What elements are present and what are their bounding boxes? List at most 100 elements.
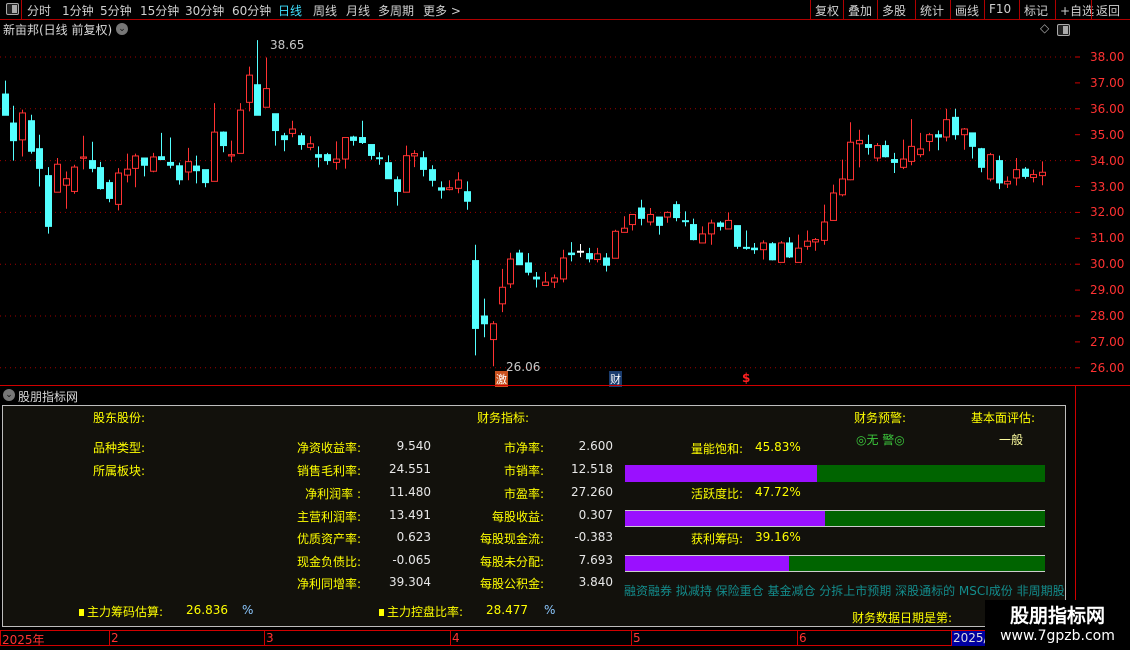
warning-value: ◎无 警◎ xyxy=(856,433,905,447)
candle-body xyxy=(786,242,793,258)
candle xyxy=(289,120,296,138)
candle-body xyxy=(307,143,314,148)
candle-body xyxy=(254,84,261,116)
period-tab-5[interactable]: 60分钟 xyxy=(232,2,271,19)
candle xyxy=(228,140,235,163)
metric-value: 13.491 xyxy=(389,508,431,522)
candle-body xyxy=(804,240,811,247)
candle xyxy=(176,162,183,185)
action-button-6[interactable]: 标记 xyxy=(1019,0,1052,20)
candle-body xyxy=(263,88,270,108)
candle xyxy=(80,135,87,170)
candle xyxy=(568,242,575,262)
candle-body xyxy=(420,157,427,170)
candle-body xyxy=(507,258,514,285)
candle-body xyxy=(472,260,479,329)
period-tab-6[interactable]: 日线 xyxy=(278,2,302,19)
period-tab-4[interactable]: 30分钟 xyxy=(185,2,224,19)
period-tab-1[interactable]: 1分钟 xyxy=(62,2,94,19)
candle-body xyxy=(333,158,340,163)
candle-body xyxy=(385,162,392,180)
candle-body xyxy=(350,136,357,141)
candle xyxy=(237,103,244,154)
period-tab-10[interactable]: 更多 > xyxy=(423,2,461,19)
divider xyxy=(21,0,22,20)
candle xyxy=(1039,161,1046,186)
y-tick-label: 34.00 xyxy=(1090,153,1125,168)
bar-value: 39.16% xyxy=(755,530,801,544)
candle xyxy=(324,152,331,165)
action-button-8[interactable]: 返回 xyxy=(1091,0,1124,20)
action-button-4[interactable]: 画线 xyxy=(950,0,983,20)
candle-body xyxy=(71,166,78,192)
candle-body xyxy=(577,250,584,253)
candle xyxy=(158,132,165,161)
y-tick-label: 26.00 xyxy=(1090,360,1125,375)
candle-body xyxy=(45,175,52,227)
candle xyxy=(935,130,942,151)
metric-value: 7.693 xyxy=(578,553,613,567)
candle xyxy=(1004,176,1011,189)
candle-body xyxy=(89,160,96,169)
candle xyxy=(281,132,288,152)
candle xyxy=(952,108,959,140)
candle-body xyxy=(978,148,985,168)
candle-body xyxy=(847,141,854,181)
layout-toggle-icon[interactable] xyxy=(6,3,19,15)
action-button-3[interactable]: 统计 xyxy=(915,0,948,20)
period-tab-2[interactable]: 5分钟 xyxy=(100,2,132,19)
candle-body xyxy=(987,154,994,180)
candle-body xyxy=(682,220,689,223)
period-tab-0[interactable]: 分时 xyxy=(27,2,51,19)
candle-body xyxy=(202,169,209,184)
candle xyxy=(202,169,209,188)
candle xyxy=(603,253,610,272)
action-button-1[interactable]: 叠加 xyxy=(843,0,876,20)
candle-body xyxy=(499,286,506,305)
candle xyxy=(429,165,436,187)
candle xyxy=(507,252,514,289)
candle xyxy=(89,141,96,173)
action-button-5[interactable]: F10 xyxy=(984,0,1015,20)
time-label: 3 xyxy=(264,631,274,646)
metric-label: 净资收益率: xyxy=(296,441,361,455)
action-button-0[interactable]: 复权 xyxy=(810,0,843,20)
candle xyxy=(420,151,427,177)
candle-body xyxy=(438,187,445,191)
bar-value: 45.83% xyxy=(755,440,801,454)
candle xyxy=(54,158,61,193)
candle xyxy=(446,180,453,191)
y-tick-label: 30.00 xyxy=(1090,257,1125,272)
marker-dollar[interactable]: $ xyxy=(742,371,750,385)
candle xyxy=(525,253,532,276)
candle xyxy=(97,161,104,190)
candle-body xyxy=(621,227,628,233)
period-tab-8[interactable]: 月线 xyxy=(346,2,370,19)
action-button-2[interactable]: 多股 xyxy=(877,0,910,20)
candlestick-chart[interactable] xyxy=(0,20,1130,385)
candle-body xyxy=(664,211,671,218)
metric-label: 每股现金流: xyxy=(479,532,544,546)
candle xyxy=(19,109,26,157)
collapse-icon[interactable]: ⌄ xyxy=(3,389,15,401)
candle-body xyxy=(315,154,322,158)
period-tab-9[interactable]: 多周期 xyxy=(378,2,414,19)
y-tick-label: 28.00 xyxy=(1090,309,1125,323)
candle xyxy=(594,247,601,263)
period-tab-3[interactable]: 15分钟 xyxy=(140,2,179,19)
candle xyxy=(969,132,976,159)
candle-body xyxy=(211,131,218,182)
candle xyxy=(376,152,383,165)
candle xyxy=(577,243,584,258)
candle xyxy=(464,181,471,210)
metric-label: 市盈率: xyxy=(503,487,544,501)
candle xyxy=(307,136,314,151)
period-tab-7[interactable]: 周线 xyxy=(313,2,337,19)
candle-body xyxy=(900,158,907,168)
candle xyxy=(36,134,43,187)
bar-value: 47.72% xyxy=(755,485,801,499)
candle-body xyxy=(150,156,157,172)
candle xyxy=(917,132,924,158)
candle xyxy=(28,114,35,154)
metric-value: 27.260 xyxy=(571,485,613,499)
